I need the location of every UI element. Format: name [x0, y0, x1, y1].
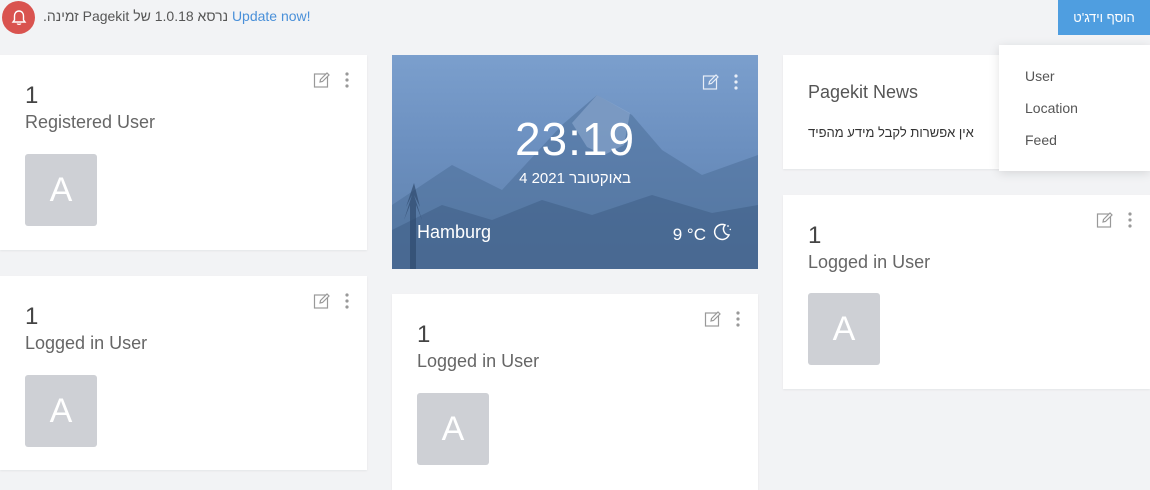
user-count: 1: [25, 303, 39, 330]
more-options-icon[interactable]: [345, 293, 349, 309]
menu-item-location[interactable]: Location: [1025, 100, 1078, 116]
edit-icon[interactable]: [704, 310, 722, 328]
more-options-icon[interactable]: [345, 72, 349, 88]
avatar[interactable]: A: [417, 393, 489, 465]
edit-icon[interactable]: [1096, 211, 1114, 229]
more-options-icon[interactable]: [1128, 212, 1132, 228]
user-count: 1: [25, 82, 39, 109]
more-options-icon[interactable]: [734, 74, 738, 90]
widget-label: Logged in User: [808, 252, 931, 272]
widget-label: Logged in User: [25, 333, 148, 353]
avatar[interactable]: A: [808, 293, 880, 365]
more-options-icon[interactable]: [736, 311, 740, 327]
user-count: 1: [417, 321, 431, 348]
city-name: Hamburg: [417, 222, 492, 242]
edit-icon[interactable]: [702, 73, 720, 91]
user-count: 1: [808, 222, 822, 249]
moon-icon: [712, 222, 732, 247]
menu-item-user[interactable]: User: [1025, 68, 1055, 84]
clock-time: 23:19: [514, 113, 636, 165]
clock-weather-widget: 23:19 4 באוקטובר 2021 Hamburg 9 °C: [392, 55, 758, 269]
update-now-link[interactable]: Update now!: [232, 8, 311, 24]
edit-icon[interactable]: [313, 71, 331, 89]
news-message: אין אפשרות לקבל מידע מהפיד: [808, 125, 974, 140]
temperature: 9 °C: [672, 224, 706, 244]
logged-in-user-widget: 1 Logged in User A: [783, 195, 1150, 389]
avatar[interactable]: A: [25, 375, 97, 447]
logged-in-user-widget: 1 Logged in User A: [0, 276, 367, 470]
news-title: Pagekit News: [808, 82, 919, 102]
edit-icon[interactable]: [313, 292, 331, 310]
add-widget-button[interactable]: הוסף וידג'ט: [1058, 0, 1150, 35]
add-widget-dropdown: User Location Feed: [999, 45, 1150, 171]
registered-user-widget: 1 Registered User A: [0, 55, 367, 250]
widget-label: Logged in User: [417, 351, 540, 371]
notice-message: .זמינה Pagekit נרסא 1.0.18 של: [43, 8, 229, 24]
bell-icon: [2, 1, 35, 34]
menu-item-feed[interactable]: Feed: [1025, 132, 1057, 148]
avatar[interactable]: A: [25, 154, 97, 226]
widget-label: Registered User: [25, 112, 156, 132]
clock-date: 4 באוקטובר 2021: [519, 170, 631, 187]
logged-in-user-widget: 1 Logged in User A: [392, 294, 758, 490]
